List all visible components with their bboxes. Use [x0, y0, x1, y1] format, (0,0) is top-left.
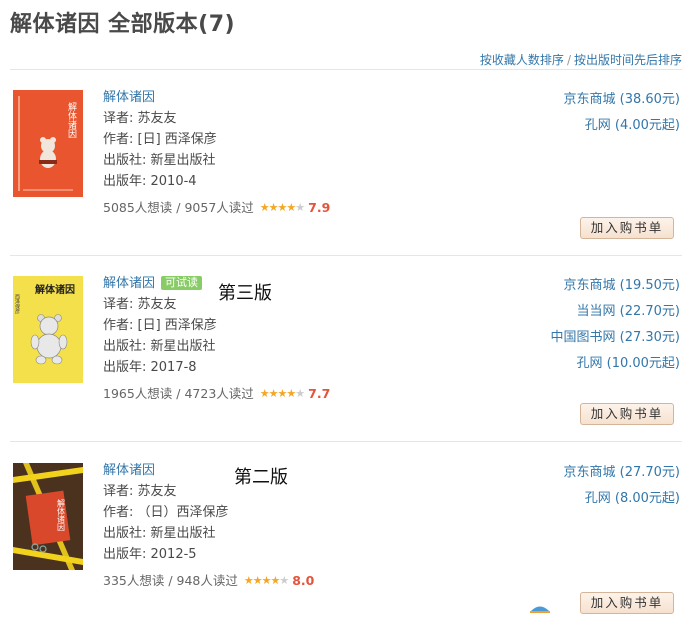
reader-stats: 335人想读 / 948人读过 [103, 573, 238, 588]
edition-note: 第三版 [218, 283, 272, 304]
svg-text:西泽保彦: 西泽保彦 [14, 294, 20, 315]
publish-year: 出版年: 2012-5 [103, 547, 197, 562]
sort-by-date-link[interactable]: 按出版时间先后排序 [574, 53, 682, 67]
sort-bar: 按收藏人数排序 / 按出版时间先后排序 [480, 51, 682, 68]
book-title-link[interactable]: 解体诸因 [103, 276, 155, 291]
price-link[interactable]: 京东商城 (38.60元) [564, 92, 681, 107]
watermark-logo-icon [530, 606, 550, 613]
book-info: 解体诸因 译者: 苏友友 作者: [日] 西泽保彦 出版社: 新星出版社 出版年… [103, 87, 330, 218]
teddy-bear-yellow-cover: 解体诸因 西泽保彦 [13, 276, 83, 383]
price-list: 京东商城 (38.60元) 孔网 (4.00元起) [564, 87, 681, 139]
teddy-bear-red-cover: 解体诸因 [13, 90, 83, 197]
author: 作者: [日] 西泽保彦 [103, 318, 217, 333]
book-cover[interactable]: 解体诸因 [13, 90, 83, 197]
sort-by-collect-link[interactable]: 按收藏人数排序 [480, 53, 564, 67]
rating-row: 5085人想读 / 9057人读过 ★★★★★ 7.9 [103, 197, 330, 218]
cover-title: 解体诸因 [35, 283, 75, 296]
price-link[interactable]: 孔网 (8.00元起) [585, 491, 680, 506]
price-link[interactable]: 中国图书网 (27.30元) [551, 330, 681, 345]
book-cover[interactable]: 解体诸因 西泽保彦 [13, 276, 83, 383]
cover-title: 解体诸因 [57, 498, 66, 532]
publish-year: 出版年: 2010-4 [103, 174, 197, 189]
edition-note: 第二版 [234, 467, 288, 488]
publisher: 出版社: 新星出版社 [103, 339, 216, 354]
publisher: 出版社: 新星出版社 [103, 153, 216, 168]
book-cover[interactable]: 解体诸因 [13, 463, 83, 570]
author: 作者: [日] 西泽保彦 [103, 132, 217, 147]
price-link[interactable]: 孔网 (10.00元起) [577, 356, 681, 371]
reader-stats: 5085人想读 / 9057人读过 [103, 200, 254, 215]
translator: 译者: 苏友友 [103, 111, 177, 126]
book-title-link[interactable]: 解体诸因 [103, 463, 155, 478]
trial-badge[interactable]: 可试读 [161, 276, 203, 290]
price-link[interactable]: 当当网 (22.70元) [577, 304, 681, 319]
edition-item: 解体诸因 解体诸因 译者: 苏友友 作者: [日] 西泽保彦 出版社: 新星出版… [10, 70, 682, 256]
price-list: 京东商城 (27.70元) 孔网 (8.00元起) [564, 460, 681, 512]
translator: 译者: 苏友友 [103, 297, 177, 312]
price-link[interactable]: 京东商城 (27.70元) [564, 465, 681, 480]
page-title: 解体诸因 全部版本(7) [10, 12, 236, 37]
price-link[interactable]: 京东商城 (19.50元) [564, 278, 681, 293]
publisher: 出版社: 新星出版社 [103, 526, 216, 541]
edition-item: 解体诸因 解体诸因 译者: 苏友友 作者: （日）西泽保彦 出版社: 新星出版社… [10, 443, 682, 629]
price-list: 京东商城 (19.50元) 当当网 (22.70元) 中国图书网 (27.30元… [551, 273, 681, 377]
add-to-booklist-button[interactable]: 加入购书单 [580, 217, 674, 239]
cover-title: 解体诸因 [66, 101, 77, 139]
crime-tape-dark-cover: 解体诸因 [13, 463, 83, 570]
rating-score: 7.9 [308, 200, 331, 215]
rating-row: 335人想读 / 948人读过 ★★★★★ 8.0 [103, 570, 314, 591]
rating-row: 1965人想读 / 4723人读过 ★★★★★ 7.7 [103, 383, 330, 404]
rating-score: 8.0 [292, 573, 315, 588]
reader-stats: 1965人想读 / 4723人读过 [103, 386, 254, 401]
edition-item: 解体诸因 西泽保彦 解体诸因 可试读 译者: 苏友友 作者: [日] 西泽保彦 出… [10, 256, 682, 442]
book-info: 解体诸因 可试读 译者: 苏友友 作者: [日] 西泽保彦 出版社: 新星出版社 … [103, 273, 330, 404]
price-link[interactable]: 孔网 (4.00元起) [585, 118, 680, 133]
star-rating: ★★★★★ [259, 201, 305, 214]
star-rating: ★★★★★ [243, 574, 289, 587]
publish-year: 出版年: 2017-8 [103, 360, 197, 375]
add-to-booklist-button[interactable]: 加入购书单 [580, 592, 674, 614]
rating-score: 7.7 [308, 386, 331, 401]
add-to-booklist-button[interactable]: 加入购书单 [580, 403, 674, 425]
sort-separator: / [566, 53, 571, 67]
author: 作者: （日）西泽保彦 [103, 505, 229, 520]
book-title-link[interactable]: 解体诸因 [103, 90, 155, 105]
star-rating: ★★★★★ [259, 387, 305, 400]
